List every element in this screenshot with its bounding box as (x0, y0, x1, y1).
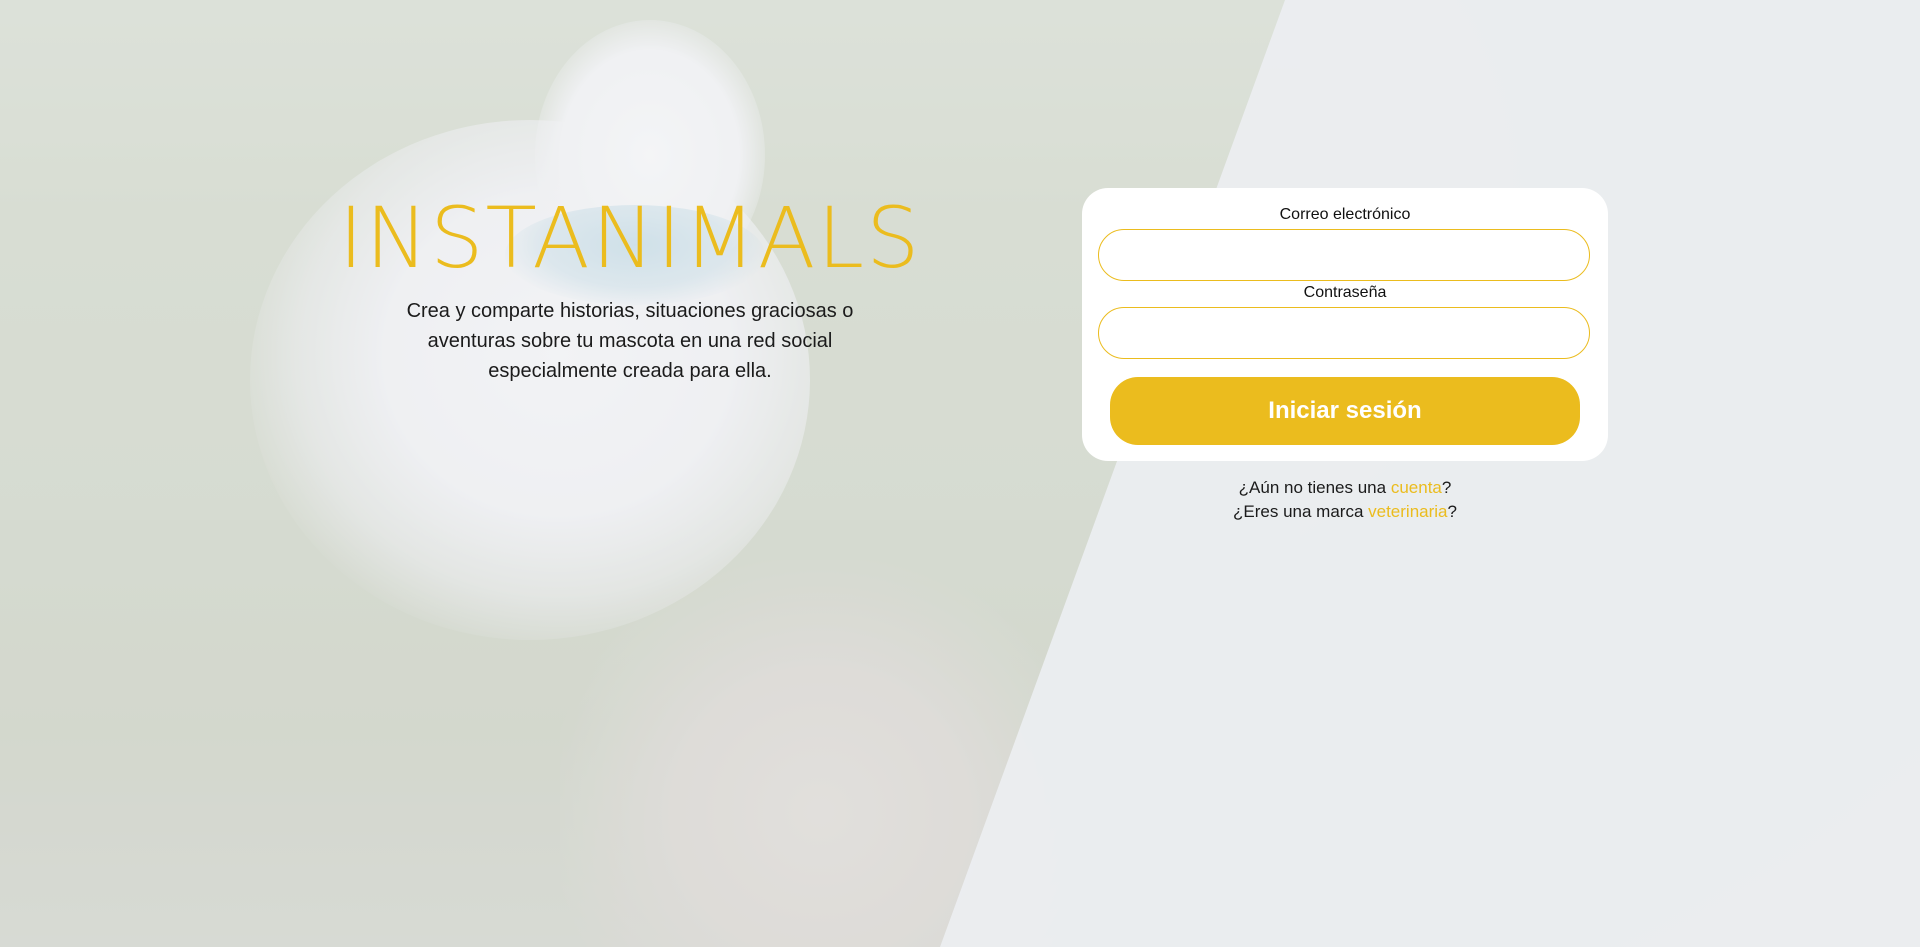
hero-section: INSTANIMALS Crea y comparte historias, s… (330, 190, 930, 386)
brand-title: INSTANIMALS (338, 189, 922, 287)
signup-link[interactable]: cuenta (1391, 478, 1442, 497)
email-field[interactable] (1098, 229, 1590, 281)
account-links: ¿Aún no tienes una cuenta? ¿Eres una mar… (1082, 476, 1608, 524)
login-button[interactable]: Iniciar sesión (1110, 377, 1580, 445)
vet-brand-link[interactable]: veterinaria (1368, 502, 1447, 521)
login-page: INSTANIMALS Crea y comparte historias, s… (0, 0, 1920, 947)
password-field[interactable] (1098, 307, 1590, 359)
login-card: Correo electrónico Contraseña Iniciar se… (1082, 188, 1608, 461)
vet-brand-prompt: ¿Eres una marca veterinaria? (1233, 502, 1457, 521)
brand-tagline: Crea y comparte historias, situaciones g… (406, 300, 854, 382)
email-label: Correo electrónico (1279, 206, 1411, 223)
signup-prompt: ¿Aún no tienes una cuenta? (1238, 478, 1452, 497)
password-label: Contraseña (1303, 284, 1387, 301)
